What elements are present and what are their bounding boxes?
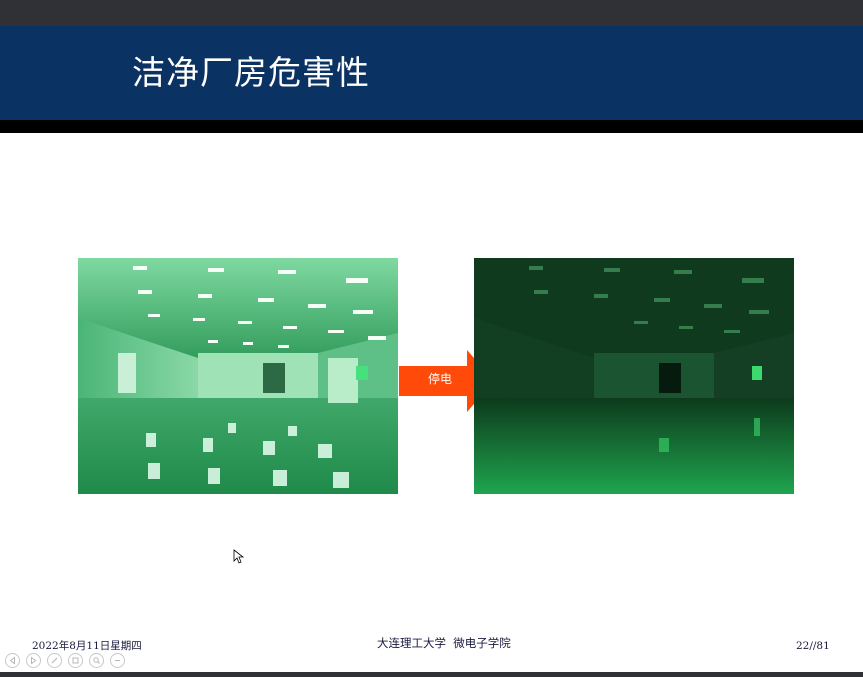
slide-title: 洁净厂房危害性 — [132, 53, 370, 92]
slides-icon[interactable] — [68, 653, 83, 668]
mouse-cursor-icon — [233, 549, 245, 564]
slide-footer-date: 2022年8月11日星期四 — [32, 640, 142, 652]
slide-footer-organization: 大连理工大学 微电子学院 — [377, 636, 511, 650]
cleanroom-lights-off-image — [474, 258, 794, 494]
presentation-toolbar — [5, 653, 125, 669]
viewer-bottom-bar — [0, 672, 863, 677]
previous-icon[interactable] — [5, 653, 20, 668]
pen-icon[interactable] — [47, 653, 62, 668]
slide-title-band — [0, 26, 863, 120]
title-divider — [0, 120, 863, 133]
viewer-top-bar — [0, 0, 863, 26]
presentation-viewer: 洁净厂房危害性 停电 2022年8月11日星期四 大连理工大学 微电子学院 22… — [0, 0, 863, 677]
arrow-label: 停电 — [428, 372, 453, 386]
more-icon[interactable] — [110, 653, 125, 668]
slide-page-number: 22//81 — [796, 640, 830, 652]
next-icon[interactable] — [26, 653, 41, 668]
cleanroom-lights-on-image — [78, 258, 398, 494]
zoom-icon[interactable] — [89, 653, 104, 668]
